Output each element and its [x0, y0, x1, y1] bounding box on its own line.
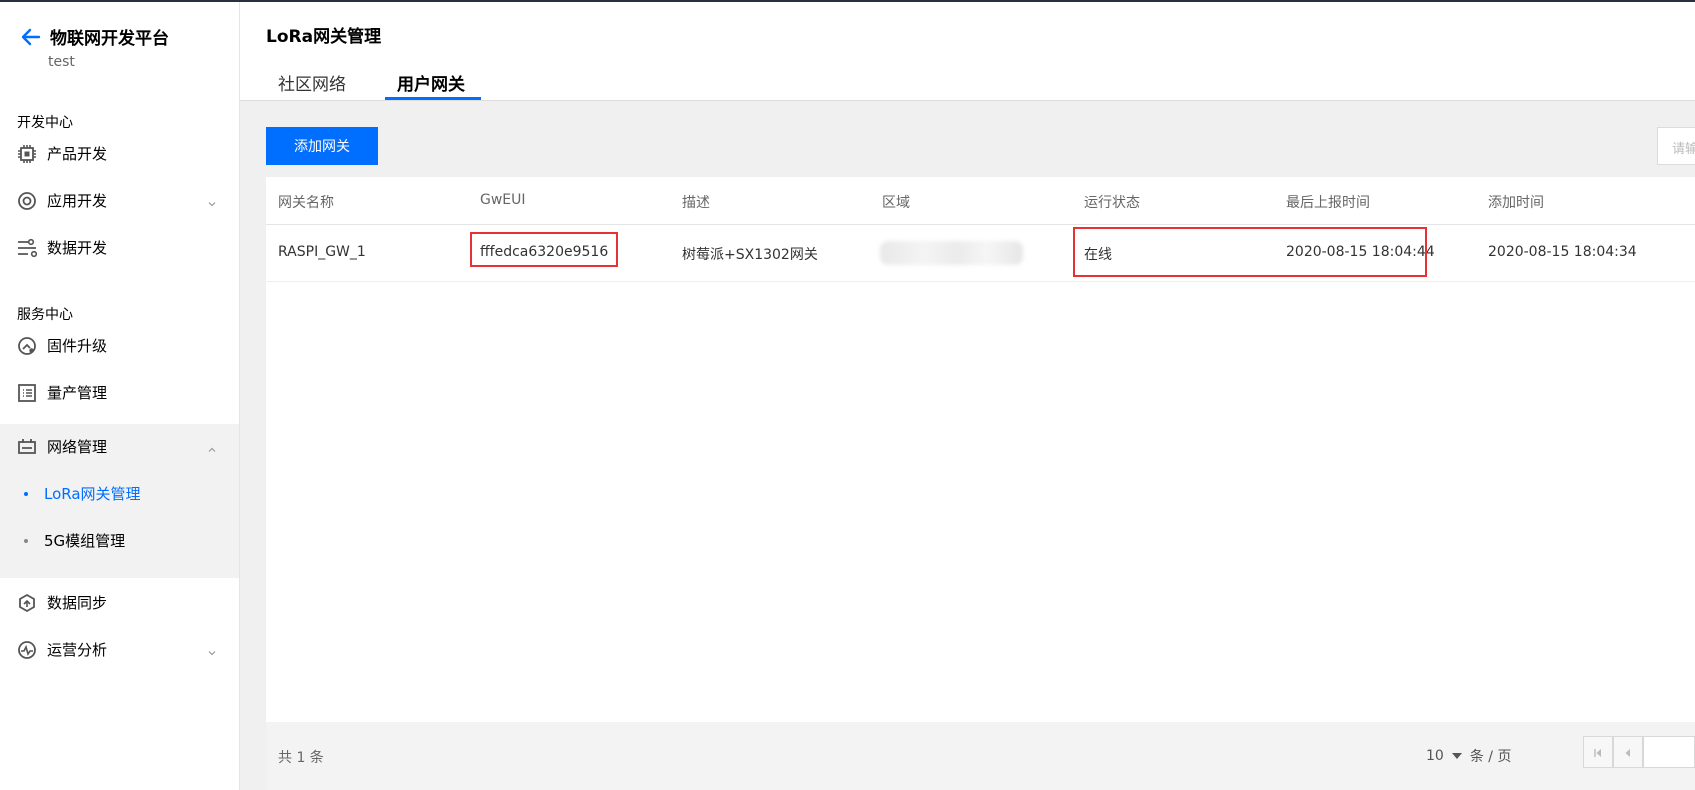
cell-region-blurred: [880, 241, 1023, 265]
column-header-region: 区域: [882, 195, 910, 211]
sidebar-subitem-label: 5G模组管理: [44, 532, 126, 550]
sidebar-subitem-label: LoRa网关管理: [44, 485, 141, 503]
sidebar: 物联网开发平台 test 开发中心 产品开发 应用开发 数据开发 服务中心 固件…: [0, 2, 240, 790]
sidebar-item-data-sync[interactable]: 数据同步: [0, 579, 239, 626]
prev-page-icon: [1623, 743, 1633, 762]
project-name: test: [48, 54, 75, 70]
page-number-input[interactable]: [1643, 736, 1695, 768]
sidebar-item-app-dev[interactable]: 应用开发: [0, 177, 239, 224]
sidebar-item-label: 网络管理: [47, 438, 108, 456]
sidebar-item-label: 量产管理: [47, 384, 108, 402]
active-tab-indicator: [385, 97, 481, 100]
first-page-button[interactable]: [1583, 736, 1613, 768]
total-count: 共 1 条: [278, 750, 324, 766]
column-header-name: 网关名称: [278, 195, 334, 211]
column-header-added: 添加时间: [1488, 195, 1544, 211]
sidebar-item-network[interactable]: 网络管理: [0, 423, 239, 470]
section-label-dev: 开发中心: [17, 115, 73, 131]
network-icon: [17, 437, 37, 457]
tab-user-gateway[interactable]: 用户网关: [397, 70, 465, 95]
sidebar-item-label: 产品开发: [47, 145, 108, 163]
cell-added-time: 2020-08-15 18:04:34: [1488, 244, 1637, 260]
gateway-table: 网关名称 GwEUI 描述 区域 运行状态 最后上报时间 添加时间 RASPI_…: [266, 177, 1695, 722]
sidebar-item-label: 数据同步: [47, 594, 108, 612]
sidebar-subitem-5g[interactable]: 5G模组管理: [0, 517, 239, 564]
column-header-last-report: 最后上报时间: [1286, 195, 1370, 211]
bullet-dot-icon: [24, 491, 28, 496]
firmware-icon: [17, 336, 37, 356]
chevron-up-icon[interactable]: [207, 440, 217, 452]
page-size-select[interactable]: 10 条 / 页: [1426, 746, 1511, 766]
sync-icon: [17, 593, 37, 613]
sidebar-item-firmware[interactable]: 固件升级: [0, 322, 239, 369]
analytics-icon: [17, 640, 37, 660]
app-icon: [17, 191, 37, 211]
sidebar-item-analytics[interactable]: 运营分析: [0, 626, 239, 673]
prev-page-button[interactable]: [1613, 736, 1643, 768]
sidebar-header: 物联网开发平台: [20, 24, 169, 49]
bullet-dot-icon: [24, 538, 28, 543]
caret-down-icon: [1451, 753, 1462, 759]
sidebar-item-label: 固件升级: [47, 337, 108, 355]
sidebar-item-label: 运营分析: [47, 641, 108, 659]
page-size-value: 10: [1426, 748, 1444, 764]
page-title: LoRa网关管理: [266, 27, 382, 47]
cell-gateway-name: RASPI_GW_1: [278, 244, 366, 260]
column-header-status: 运行状态: [1084, 195, 1140, 211]
back-arrow-icon[interactable]: [20, 26, 42, 48]
search-input[interactable]: 请输: [1657, 127, 1695, 165]
sidebar-item-product-dev[interactable]: 产品开发: [0, 130, 239, 177]
tab-community-network[interactable]: 社区网络: [278, 70, 346, 95]
add-gateway-button[interactable]: 添加网关: [266, 127, 378, 165]
chevron-down-icon[interactable]: [207, 194, 217, 207]
sidebar-subitem-lora[interactable]: LoRa网关管理: [0, 470, 239, 517]
cell-description: 树莓派+SX1302网关: [682, 247, 818, 263]
first-page-icon: [1593, 743, 1603, 762]
sidebar-item-label: 应用开发: [47, 192, 108, 210]
page-size-unit: 条 / 页: [1469, 749, 1512, 765]
list-icon: [17, 383, 37, 403]
sidebar-item-mass-production[interactable]: 量产管理: [0, 369, 239, 416]
sidebar-item-label: 数据开发: [47, 239, 108, 257]
chip-icon: [17, 144, 37, 164]
table-pagination: 共 1 条 10 条 / 页: [266, 722, 1695, 790]
data-flow-icon: [17, 238, 38, 258]
column-header-description: 描述: [682, 195, 710, 211]
column-header-gweui: GwEUI: [480, 192, 526, 208]
platform-title: 物联网开发平台: [50, 29, 169, 49]
highlight-box-gweui: [470, 232, 618, 267]
highlight-box-status-time: [1073, 227, 1427, 277]
sidebar-item-data-dev[interactable]: 数据开发: [0, 224, 239, 271]
page-header: LoRa网关管理 社区网络 用户网关: [240, 2, 1695, 101]
main-content: LoRa网关管理 社区网络 用户网关 添加网关 请输 网关名称 GwEUI 描述…: [240, 2, 1695, 790]
search-placeholder: 请输: [1672, 142, 1695, 157]
table-header: 网关名称 GwEUI 描述 区域 运行状态 最后上报时间 添加时间: [266, 177, 1695, 225]
chevron-down-icon[interactable]: [207, 643, 217, 656]
section-label-service: 服务中心: [17, 307, 73, 323]
